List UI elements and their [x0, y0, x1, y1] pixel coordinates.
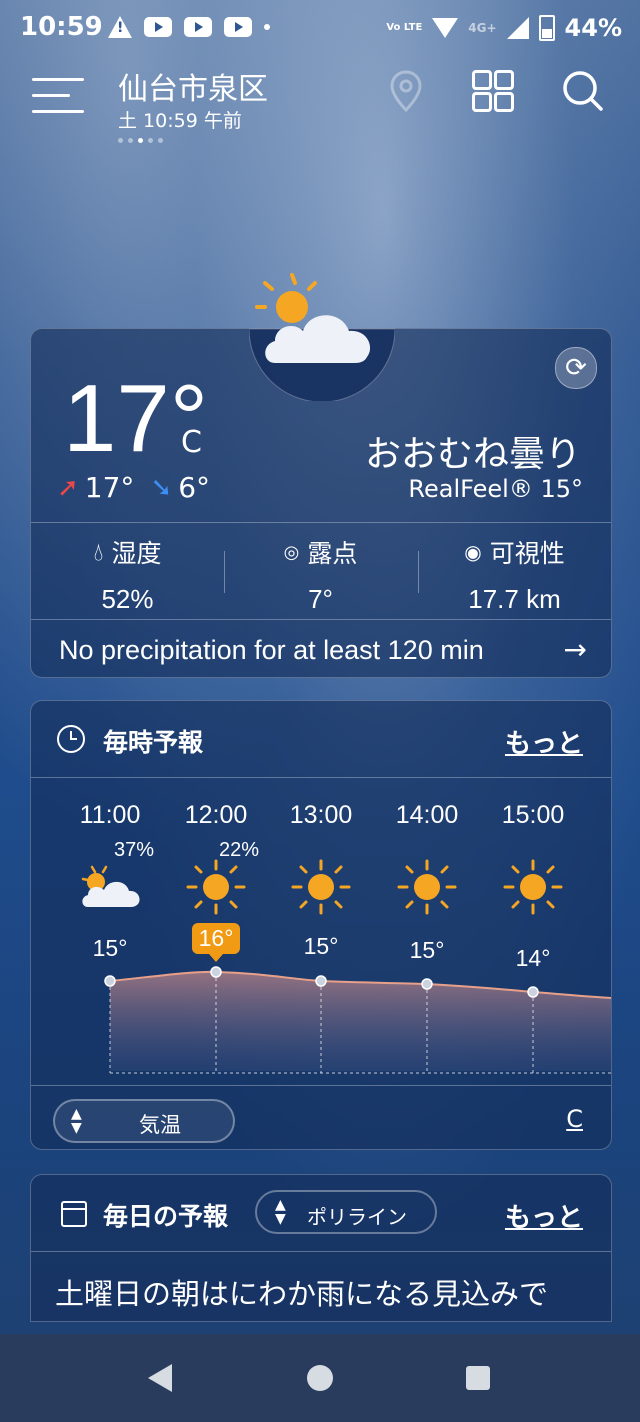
stat-value: 52% — [101, 584, 154, 614]
home-icon[interactable] — [307, 1365, 333, 1391]
high-arrow-icon: ➚ — [57, 472, 79, 503]
partly-cloudy-icon — [81, 865, 140, 907]
page-dot — [128, 138, 133, 143]
visibility-icon: ◉ — [464, 540, 482, 564]
sort-arrows-icon: ▲ ▼ — [275, 1197, 286, 1227]
humidity-stat: 💧︎ 湿度 52% — [31, 534, 224, 615]
page-dot — [118, 138, 123, 143]
youtube-icon — [224, 17, 252, 37]
humidity-icon: 💧︎ — [93, 537, 104, 566]
network-type: 4G+ — [468, 21, 497, 35]
menu-line — [32, 78, 84, 81]
dew-point-stat: ◎ 露点 7° — [224, 534, 417, 615]
page-dot — [158, 138, 163, 143]
more-notifications-dot-icon — [264, 24, 270, 30]
high-temp: 17° — [84, 471, 135, 504]
menu-line — [32, 94, 70, 97]
hourly-forecast-card: 毎時予報 もっと 11:00 12:00 13:00 14:00 15:00 3… — [30, 700, 612, 1150]
hour-time: 13:00 — [289, 801, 353, 829]
page-dot-active — [138, 138, 143, 143]
hourly-more-link[interactable]: もっと — [505, 723, 583, 760]
youtube-icon — [184, 17, 212, 37]
unit-toggle-link[interactable]: C — [566, 1105, 583, 1133]
divider — [31, 777, 611, 778]
daily-more-link[interactable]: もっと — [505, 1197, 583, 1234]
sort-arrows-icon: ▲ ▼ — [71, 1106, 82, 1136]
daily-summary: 土曜日の朝はにわか雨になる見込みで — [55, 1277, 549, 1311]
battery-icon — [538, 15, 555, 41]
signal-icon — [506, 17, 529, 39]
calendar-icon — [61, 1201, 87, 1227]
status-right: Vo LTE 4G+ 44% — [386, 14, 622, 42]
high-low: ➚ 17° ➘ 6° — [57, 471, 210, 504]
realfeel-text: RealFeel® 15° — [408, 475, 583, 503]
city-name[interactable]: 仙台市泉区 — [118, 64, 268, 108]
stat-label: 湿度 — [111, 539, 162, 568]
hourly-header: 毎時予報 もっと — [31, 701, 611, 777]
app-bar: 仙台市泉区 土 10:59 午前 — [0, 60, 640, 150]
stat-value: 17.7 km — [468, 584, 561, 614]
sunny-icon — [397, 859, 457, 915]
temperature-unit: C — [181, 425, 202, 460]
volte-icon: Vo LTE — [386, 22, 423, 33]
status-bar: 10:59 ! Vo LTE 4G+ 44% — [0, 0, 640, 60]
page-dot — [148, 138, 153, 143]
recent-apps-icon[interactable] — [466, 1366, 490, 1390]
divider — [31, 1251, 611, 1252]
temperature-line-chart — [104, 966, 611, 1074]
hour-time: 12:00 — [184, 801, 248, 829]
condition-text: おおむね曇り — [364, 434, 581, 475]
grid-view-icon[interactable] — [472, 70, 514, 112]
search-icon[interactable] — [560, 68, 606, 114]
sunny-icon — [503, 859, 563, 915]
menu-line — [32, 110, 84, 113]
hour-time: 15:00 — [501, 801, 565, 829]
visibility-stat: ◉ 可視性 17.7 km — [418, 534, 611, 615]
daily-title: 毎日の予報 — [103, 1202, 229, 1231]
daily-forecast-card: 毎日の予報 ▲ ▼ ポリライン もっと 土曜日の朝はにわか雨になる見込みで — [30, 1174, 612, 1322]
divider — [31, 619, 611, 620]
menu-button[interactable] — [32, 78, 84, 118]
hour-time: 14:00 — [395, 801, 459, 829]
refresh-icon: ⟳ — [565, 353, 587, 383]
divider — [31, 1085, 611, 1086]
sunny-icon — [186, 859, 246, 915]
hour-temp-max: 16° — [192, 923, 240, 962]
stat-value: 7° — [308, 584, 333, 614]
location-pin-icon[interactable] — [388, 68, 424, 116]
refresh-button[interactable]: ⟳ — [555, 347, 597, 389]
youtube-icon — [144, 17, 172, 37]
metric-selector[interactable]: ▲ ▼ 気温 — [53, 1099, 235, 1143]
format-label: ポリライン — [307, 1205, 407, 1229]
dew-point-icon: ◎ — [283, 541, 300, 563]
low-temp: 6° — [178, 471, 211, 504]
warning-icon: ! — [108, 16, 132, 38]
current-conditions-card[interactable]: ⟳ 17° C ➚ 17° ➘ 6° おおむね曇り RealFeel® 15° … — [30, 273, 612, 678]
partly-cloudy-icon — [249, 273, 395, 401]
system-nav-bar — [0, 1334, 640, 1422]
back-icon[interactable] — [148, 1364, 172, 1392]
notification-icons: ! — [108, 16, 270, 38]
battery-level: 44% — [564, 14, 622, 42]
stat-label: 可視性 — [489, 539, 565, 568]
format-selector[interactable]: ▲ ▼ ポリライン — [255, 1190, 437, 1234]
clock-icon — [57, 725, 85, 753]
divider — [31, 522, 611, 523]
status-time: 10:59 — [20, 12, 103, 42]
wifi-icon — [432, 18, 459, 38]
page-indicator — [118, 138, 163, 143]
metric-label: 気温 — [139, 1113, 181, 1137]
hour-time: 11:00 — [79, 801, 141, 829]
precipitation-text[interactable]: No precipitation for at least 120 min — [59, 635, 484, 666]
low-arrow-icon: ➘ — [150, 472, 173, 503]
sunny-icon — [291, 859, 351, 915]
hourly-title: 毎時予報 — [103, 728, 204, 757]
stat-label: 露点 — [307, 539, 358, 568]
arrow-right-icon[interactable]: → — [564, 633, 587, 666]
local-datetime: 土 10:59 午前 — [118, 110, 242, 132]
